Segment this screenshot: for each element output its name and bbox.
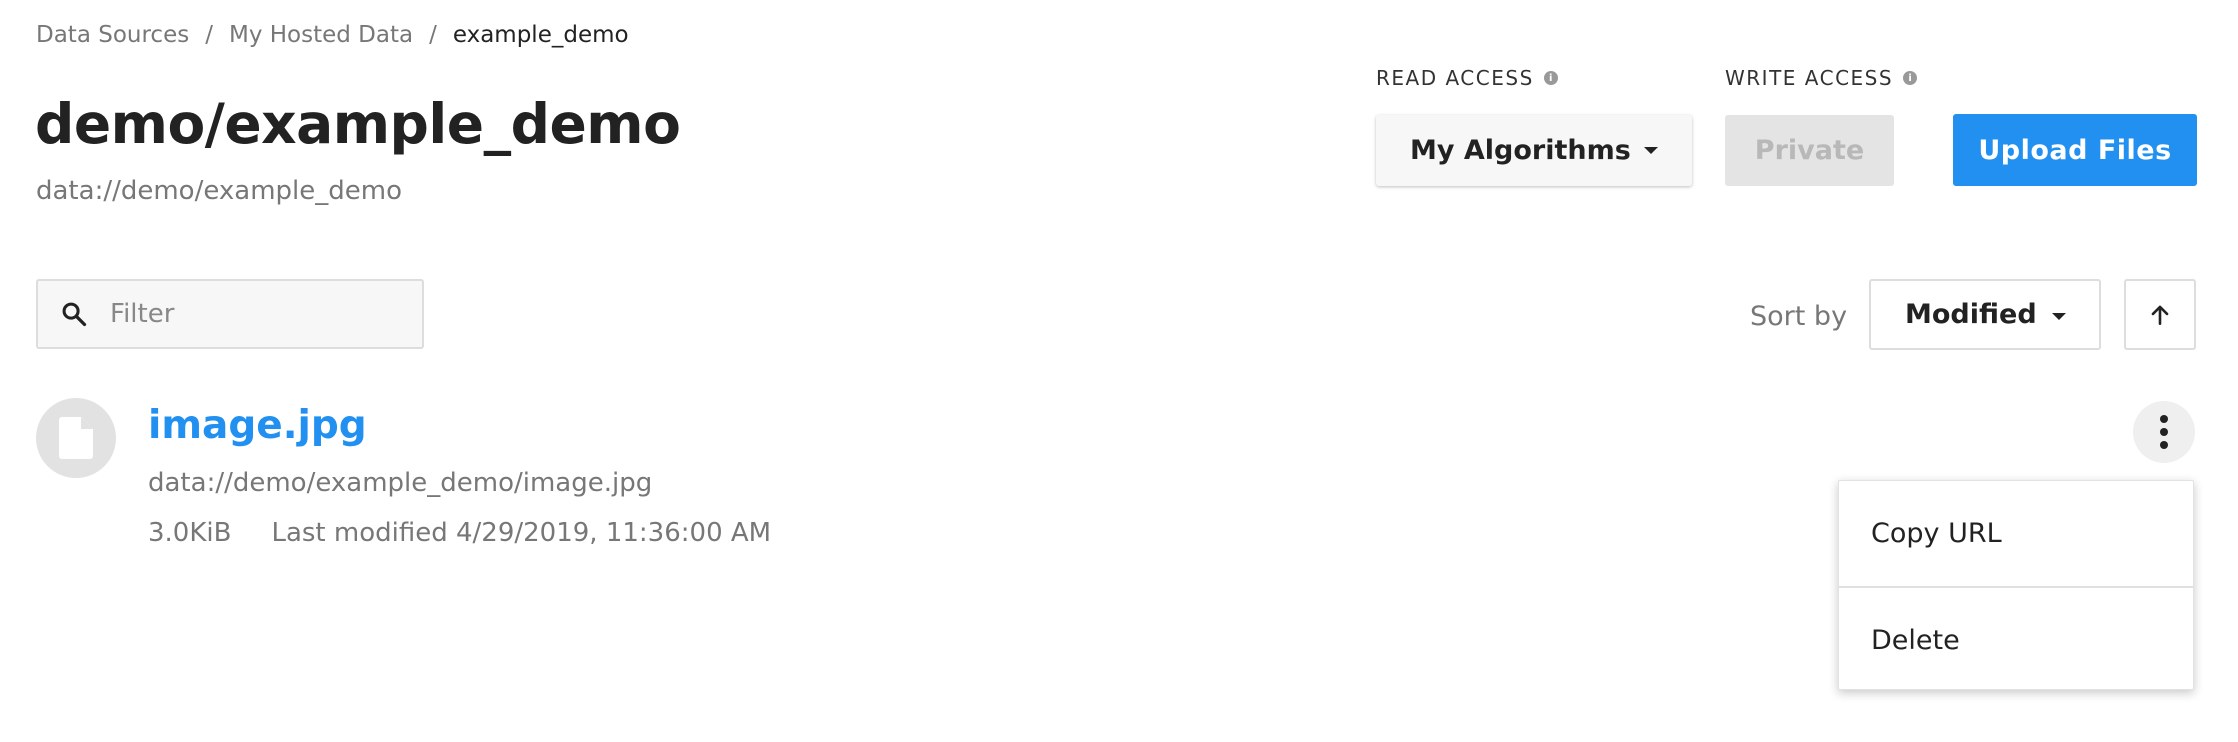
breadcrumb-data-sources[interactable]: Data Sources [36, 22, 189, 48]
write-access-label: WRITE ACCESS i [1725, 66, 1918, 90]
info-icon[interactable]: i [1903, 71, 1918, 85]
breadcrumb-my-hosted-data[interactable]: My Hosted Data [229, 22, 413, 48]
upload-files-button[interactable]: Upload Files [1953, 114, 2197, 186]
menu-item-delete[interactable]: Delete [1839, 588, 2193, 693]
info-icon[interactable]: i [1543, 71, 1558, 85]
filter-input[interactable] [110, 299, 390, 329]
file-icon [59, 417, 93, 459]
more-vertical-icon [2160, 415, 2168, 449]
caret-down-icon [2052, 313, 2066, 320]
breadcrumb: Data Sources / My Hosted Data / example_… [36, 22, 629, 48]
sort-direction-button[interactable] [2124, 279, 2196, 350]
arrow-up-icon [2151, 305, 2169, 325]
sort-value: Modified [1905, 299, 2037, 330]
file-avatar [36, 398, 116, 478]
page: Data Sources / My Hosted Data / example_… [0, 0, 2238, 742]
file-name-link[interactable]: image.jpg [148, 403, 367, 448]
sort-by-label: Sort by [1750, 301, 1848, 332]
menu-item-copy-url[interactable]: Copy URL [1839, 481, 2193, 586]
breadcrumb-separator: / [205, 22, 213, 48]
caret-down-icon [1644, 147, 1658, 154]
file-meta: 3.0KiB Last modified 4/29/2019, 11:36:00… [148, 518, 771, 548]
read-access-dropdown[interactable]: My Algorithms [1376, 115, 1692, 186]
file-size: 3.0KiB [148, 518, 232, 548]
more-options-button[interactable] [2133, 401, 2195, 463]
page-title: demo/example_demo [35, 92, 681, 156]
write-access-private-button: Private [1725, 115, 1894, 186]
page-subtitle: data://demo/example_demo [36, 176, 402, 206]
read-access-label: READ ACCESS i [1376, 66, 1558, 90]
context-menu: Copy URL Delete [1838, 480, 2194, 690]
file-modified: Last modified 4/29/2019, 11:36:00 AM [271, 518, 772, 548]
read-access-value: My Algorithms [1410, 135, 1631, 166]
search-icon [62, 302, 87, 327]
read-access-label-text: READ ACCESS [1376, 66, 1534, 90]
file-path: data://demo/example_demo/image.jpg [148, 468, 653, 498]
write-access-label-text: WRITE ACCESS [1725, 66, 1894, 90]
breadcrumb-current: example_demo [452, 22, 629, 48]
breadcrumb-separator: / [429, 22, 437, 48]
filter-box [36, 279, 424, 349]
sort-dropdown[interactable]: Modified [1869, 279, 2101, 350]
